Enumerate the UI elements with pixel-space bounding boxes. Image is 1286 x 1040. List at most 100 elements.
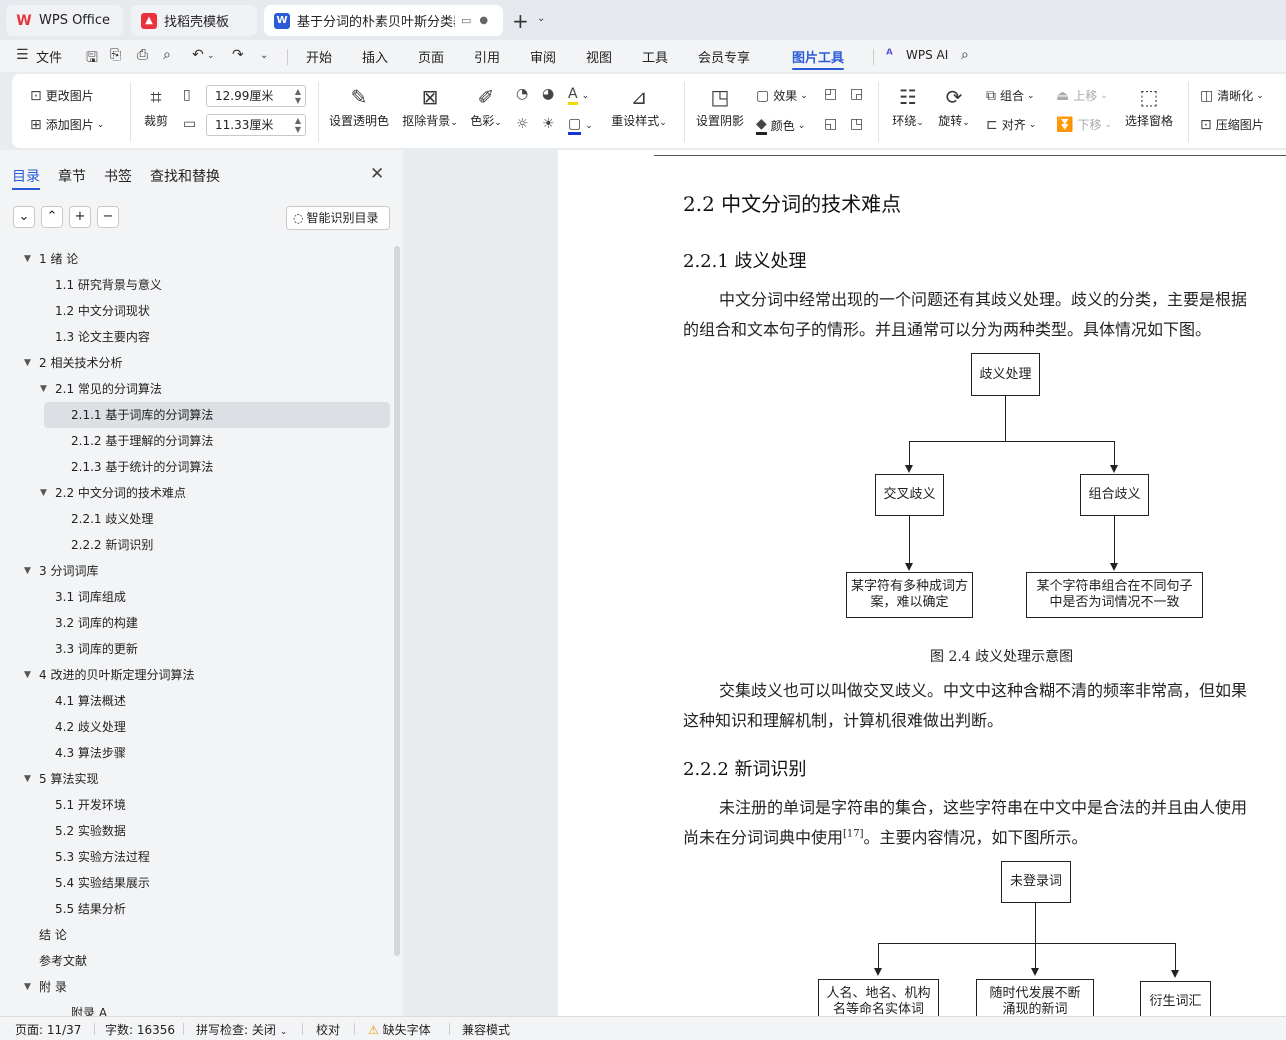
collapse-all-button[interactable]: ⌃	[41, 206, 63, 228]
spinner-icon[interactable]: ▲ ▼	[295, 87, 301, 105]
nav-tab-find-replace[interactable]: 查找和替换	[150, 166, 220, 186]
picture-width-input[interactable]: 12.99厘米 ▲ ▼	[206, 85, 306, 107]
align-button[interactable]: ⊏ 对齐 ⌄	[986, 116, 1036, 133]
selection-pane-button[interactable]: ⬚ 选择窗格	[1120, 82, 1178, 129]
toc-item[interactable]: 5.5 结果分析	[0, 896, 392, 922]
print-preview-icon[interactable]: ⌕	[163, 47, 171, 63]
toc-item[interactable]: 1.1 研究背景与意义	[0, 272, 392, 298]
paragraph-line[interactable]: 尚未在分词词典中使用[17]。主要内容情况，如下图所示。	[683, 824, 1088, 848]
toc-item[interactable]: ▼ 3 分词词库	[0, 558, 392, 584]
nudge-shadow-down-button[interactable]: ◲	[850, 86, 867, 102]
hamburger-menu-icon[interactable]: ☰	[16, 47, 29, 63]
heading-2-2-2[interactable]: 2.2.2 新词识别	[683, 755, 807, 781]
toc-item[interactable]: ▼ 4 改进的贝叶斯定理分词算法	[0, 662, 392, 688]
new-tab-plus-icon[interactable]: +	[512, 9, 529, 33]
toc-item[interactable]: 2.1.2 基于理解的分词算法	[0, 428, 392, 454]
nudge-shadow-right-button[interactable]: ◳	[850, 116, 867, 132]
toc-item[interactable]: 2.2.1 歧义处理	[0, 506, 392, 532]
search-icon[interactable]: ⌕	[961, 47, 969, 63]
set-transparent-color-button[interactable]: ✎ 设置透明色	[328, 82, 390, 129]
toc-item[interactable]: ▼ 2 相关技术分析	[0, 350, 392, 376]
print-icon[interactable]: ⎙	[137, 47, 148, 63]
reset-style-button[interactable]: ⊿ 重设样式⌄	[608, 82, 670, 129]
tab-wps-office[interactable]: W WPS Office	[6, 5, 123, 36]
toc-item[interactable]: 3.1 词库组成	[0, 584, 392, 610]
crop-button[interactable]: ⌗ 裁剪	[140, 82, 172, 129]
save-icon[interactable]: 🖫	[86, 47, 98, 71]
shadow-on-off-button[interactable]: ◰	[824, 86, 841, 102]
toc-item[interactable]: 3.3 词库的更新	[0, 636, 392, 662]
paragraph-line[interactable]: 交集歧义也可以叫做交叉歧义。中文中这种含糊不清的频率非常高，但如果	[683, 677, 1247, 701]
toc-item[interactable]: ▼ 附 录	[0, 974, 392, 1000]
toc-item[interactable]: 4.1 算法概述	[0, 688, 392, 714]
wrap-text-button[interactable]: ☷ 环绕⌄	[888, 82, 928, 129]
menu-review[interactable]: 审阅	[530, 47, 556, 66]
figure-caption[interactable]: 图 2.4 歧义处理示意图	[930, 646, 1073, 666]
picture-height-input[interactable]: 11.33厘米 ▲ ▼	[206, 114, 306, 136]
toc-item[interactable]: ▼ 2.1 常见的分词算法	[0, 376, 392, 402]
menu-file[interactable]: 文件	[36, 47, 62, 66]
toc-item[interactable]: 1.3 论文主要内容	[0, 324, 392, 350]
spinner-icon[interactable]: ▲ ▼	[295, 116, 301, 134]
unsaved-dot-icon[interactable]: ●	[479, 15, 488, 26]
decrease-contrast-button[interactable]: ☀	[542, 116, 559, 132]
rotate-button[interactable]: ⟳ 旋转⌄	[934, 82, 974, 129]
increase-contrast-button[interactable]: ☼	[516, 116, 533, 132]
toc-item[interactable]: 5.4 实验结果展示	[0, 870, 392, 896]
expand-arrow-icon[interactable]: ▼	[24, 246, 31, 272]
proofread-button[interactable]: 校对	[316, 1021, 340, 1038]
increase-brightness-button[interactable]: ◔	[516, 86, 532, 102]
expand-arrow-icon[interactable]: ▼	[24, 558, 31, 584]
menu-picture-tools[interactable]: 图片工具	[792, 47, 844, 66]
set-shadow-button[interactable]: ◳ 设置阴影	[694, 82, 746, 129]
menu-insert[interactable]: 插入	[362, 47, 388, 66]
sharpen-button[interactable]: ◫ 清晰化 ⌄	[1200, 87, 1264, 104]
menu-membership[interactable]: 会员专享	[698, 47, 750, 66]
toc-item[interactable]: 5.1 开发环境	[0, 792, 392, 818]
remove-background-button[interactable]: ⊠ 抠除背景⌄	[400, 82, 460, 129]
paragraph-line[interactable]: 中文分词中经常出现的一个问题还有其歧义处理。歧义的分类，主要是根据	[683, 286, 1247, 310]
toc-item[interactable]: 2.2.2 新词识别	[0, 532, 392, 558]
menu-tools[interactable]: 工具	[642, 47, 668, 66]
toc-item[interactable]: 1.2 中文分词现状	[0, 298, 392, 324]
toc-item[interactable]: 4.3 算法步骤	[0, 740, 392, 766]
toc-item[interactable]: 3.2 词库的构建	[0, 610, 392, 636]
toc-scrollbar[interactable]	[394, 246, 400, 956]
heading-2-2-1[interactable]: 2.2.1 歧义处理	[683, 247, 807, 273]
expand-arrow-icon[interactable]: ▼	[40, 376, 47, 402]
tab-docer-templates[interactable]: ▲ 找稻壳模板	[131, 5, 257, 36]
change-picture-button[interactable]: ⊡ 更改图片	[30, 87, 94, 104]
expand-arrow-icon[interactable]: ▼	[24, 350, 31, 376]
heading-2-2[interactable]: 2.2 中文分词的技术难点	[683, 188, 901, 217]
add-picture-button[interactable]: ⊞ 添加图片 ⌄	[30, 116, 104, 133]
paragraph-line[interactable]: 未注册的单词是字符串的集合，这些字符串在中文中是合法的并且由人使用	[683, 794, 1247, 818]
redo-icon[interactable]: ↷	[232, 47, 244, 63]
effect-button[interactable]: ▢ 效果 ⌄	[756, 87, 808, 104]
toc-item[interactable]: ▼ 5 算法实现	[0, 766, 392, 792]
toc-item[interactable]: 结 论	[0, 922, 392, 948]
page-counter[interactable]: 页面: 11/37	[15, 1021, 81, 1038]
toc-item[interactable]: 2.1.1 基于词库的分词算法	[44, 402, 390, 428]
undo-icon[interactable]: ↶	[192, 47, 204, 63]
nav-tab-toc[interactable]: 目录	[12, 166, 40, 186]
toc-item[interactable]: 5.2 实验数据	[0, 818, 392, 844]
menu-page[interactable]: 页面	[418, 47, 444, 66]
fill-color-button[interactable]: ◆ 颜色 ⌄	[756, 116, 805, 135]
chevron-down-icon[interactable]: ⌄	[537, 13, 545, 24]
toc-item[interactable]: ▼ 2.2 中文分词的技术难点	[0, 480, 392, 506]
toc-item[interactable]: 附录 A	[0, 1000, 392, 1016]
wps-ai-icon[interactable]: ᴬ	[886, 47, 893, 63]
bring-forward-button[interactable]: ⏏ 上移 ⌄	[1056, 87, 1108, 104]
smart-toc-button[interactable]: ◌ 智能识别目录	[286, 206, 390, 230]
paragraph-line[interactable]: 的组合和文本句子的情形。并且通常可以分为两种类型。具体情况如下图。	[683, 316, 1211, 340]
toc-item[interactable]: ▼ 1 绪 论	[0, 246, 392, 272]
expand-arrow-icon[interactable]: ▼	[24, 974, 31, 1000]
undo-dropdown-icon[interactable]: ⌄	[207, 51, 215, 61]
compress-picture-button[interactable]: ⊡ 压缩图片	[1200, 116, 1264, 133]
menu-view[interactable]: 视图	[586, 47, 612, 66]
decrease-brightness-button[interactable]: ◕	[542, 86, 558, 102]
send-backward-button[interactable]: ⏬ 下移 ⌄	[1056, 116, 1112, 133]
nav-tab-bookmarks[interactable]: 书签	[104, 166, 132, 186]
add-heading-button[interactable]: +	[69, 206, 91, 228]
close-icon[interactable]: ✕	[370, 164, 384, 184]
